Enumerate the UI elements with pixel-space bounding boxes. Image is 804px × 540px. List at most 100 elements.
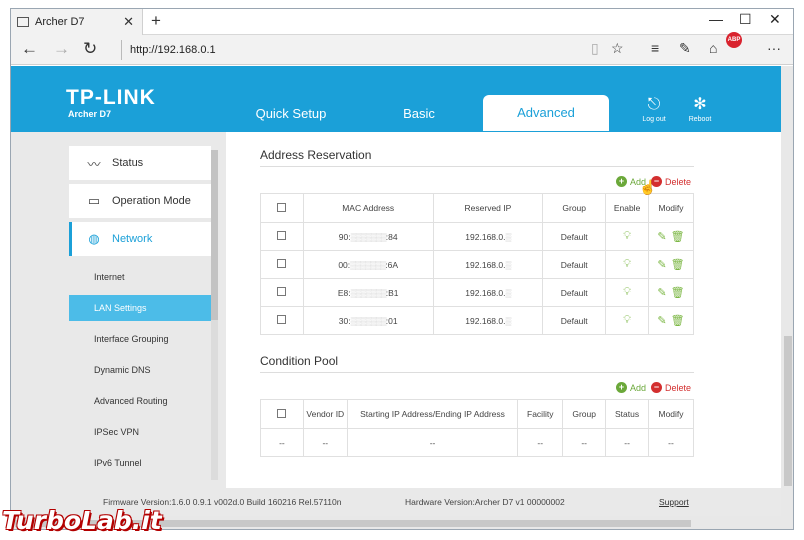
select-all-checkbox[interactable] — [277, 202, 287, 212]
close-window-icon[interactable]: ✕ — [769, 11, 781, 28]
sidebar-scrollbar-thumb[interactable] — [211, 150, 218, 320]
column-header: Vendor ID — [302, 399, 348, 429]
header: TP-LINK Archer D7 Quick Setup Basic Adva… — [11, 66, 781, 132]
sidebar-item-label: Status — [112, 157, 144, 169]
vertical-scrollbar-thumb[interactable] — [784, 336, 792, 486]
modify-cell: ✎ 🗑︎ — [648, 278, 694, 307]
hub-icon[interactable]: ≡ — [651, 40, 659, 56]
select-all-cell — [260, 193, 304, 223]
modify-cell: ✎ 🗑︎ — [648, 306, 694, 335]
row-select-cell — [260, 306, 304, 335]
enable-cell: 💡︎ — [605, 250, 650, 279]
lightbulb-icon[interactable]: 💡︎ — [623, 258, 631, 270]
edit-icon[interactable]: ✎ — [657, 259, 666, 271]
row-checkbox[interactable] — [277, 315, 287, 324]
reboot-button[interactable]: ✻ Reboot — [677, 97, 723, 124]
minus-icon: − — [651, 382, 662, 393]
ip-cell: 192.168.0.▒ — [432, 278, 544, 307]
page-icon — [17, 17, 29, 27]
select-all-checkbox[interactable] — [277, 408, 287, 418]
redacted-mac: ▒▒▒▒▒▒▒ — [350, 259, 386, 270]
group-cell: Default — [542, 278, 607, 307]
mac-cell: 90:▒▒▒▒▒▒▒:84 — [302, 222, 434, 251]
sidebar-item-operation-mode[interactable]: ▭ Operation Mode — [69, 184, 211, 218]
web-note-icon[interactable]: ✎ — [679, 40, 691, 57]
sidebar-subitem-internet[interactable]: Internet — [69, 264, 211, 290]
maximize-icon[interactable]: ☐ — [739, 11, 752, 28]
sidebar-subitem-dynamic-dns[interactable]: Dynamic DNS — [69, 357, 211, 383]
lightbulb-icon[interactable]: 💡︎ — [623, 230, 631, 242]
reading-view-icon[interactable]: ▯ — [591, 40, 599, 57]
pool-add-button[interactable]: + Add — [616, 382, 646, 393]
title-bar: Archer D7 ✕ + — ☐ ✕ — [11, 9, 793, 35]
trash-icon[interactable]: 🗑︎ — [671, 231, 685, 243]
edit-icon[interactable]: ✎ — [657, 231, 666, 243]
column-header: Group — [542, 193, 607, 223]
mac-cell: E8:▒▒▒▒▒▒▒:B1 — [302, 278, 434, 307]
mac-start: 30: — [338, 315, 351, 326]
refresh-icon[interactable]: ↻ — [83, 39, 97, 59]
section-divider — [260, 372, 694, 373]
row-checkbox[interactable] — [277, 287, 287, 296]
delete-label: Delete — [665, 382, 692, 393]
model-name: Archer D7 — [68, 109, 112, 119]
more-icon[interactable]: ··· — [767, 40, 781, 56]
reservation-delete-button[interactable]: − Delete — [651, 176, 691, 187]
share-icon[interactable]: ⌂ — [709, 40, 717, 56]
row-select-cell — [260, 222, 304, 251]
sidebar-subitem-interface-grouping[interactable]: Interface Grouping — [69, 326, 211, 352]
trash-icon[interactable]: 🗑︎ — [671, 315, 685, 327]
mac-cell: 00:▒▒▒▒▒▒▒:6A — [302, 250, 434, 279]
empty-cell: -- — [517, 428, 564, 457]
support-link[interactable]: Support — [659, 497, 689, 507]
empty-cell: -- — [302, 428, 348, 457]
sidebar-subitem-lan-settings[interactable]: LAN Settings — [69, 295, 211, 321]
forward-icon[interactable]: → — [53, 39, 70, 59]
favorite-star-icon[interactable]: ☆ — [611, 40, 624, 57]
sidebar-subitem-advanced-routing[interactable]: Advanced Routing — [69, 388, 211, 414]
url-field[interactable]: http://192.168.0.1 — [121, 40, 591, 60]
tab-basic[interactable]: Basic — [379, 96, 459, 132]
modify-cell: ✎ 🗑︎ — [648, 222, 694, 251]
table-row: 00:▒▒▒▒▒▒▒:6A 192.168.0.▒ Default 💡︎ ✎ 🗑︎ — [260, 250, 694, 279]
column-header: Reserved IP — [432, 193, 544, 223]
sidebar-scrollbar[interactable] — [211, 150, 218, 480]
lightbulb-icon[interactable]: 💡︎ — [623, 314, 631, 326]
minimize-icon[interactable]: — — [709, 11, 723, 27]
sidebar-item-network[interactable]: ◍ Network — [69, 222, 211, 256]
mac-start: E8: — [337, 287, 351, 298]
empty-cell: -- — [260, 428, 304, 457]
adblock-icon[interactable]: ABP — [726, 32, 742, 48]
empty-cell: -- — [346, 428, 519, 457]
row-checkbox[interactable] — [277, 259, 287, 268]
sidebar-item-status[interactable]: 〰 Status — [69, 146, 211, 180]
table-row: -- -- -- -- -- -- -- — [260, 428, 694, 457]
edit-icon[interactable]: ✎ — [657, 315, 666, 327]
trash-icon[interactable]: 🗑︎ — [671, 287, 685, 299]
logout-icon: ⎋ — [647, 96, 661, 113]
browser-tab[interactable]: Archer D7 ✕ — [11, 9, 143, 35]
pool-delete-button[interactable]: − Delete — [651, 382, 691, 393]
sidebar-subitem-ipsec-vpn[interactable]: IPSec VPN — [69, 419, 211, 445]
mac-start: 00: — [338, 259, 351, 270]
column-header: Starting IP Address/Ending IP Address — [346, 399, 519, 429]
table-row: 30:▒▒▒▒▒▒▒:01 192.168.0.▒ Default 💡︎ ✎ 🗑︎ — [260, 306, 694, 335]
sidebar-subitem-ipv6-tunnel[interactable]: IPv6 Tunnel — [69, 450, 211, 476]
lightbulb-icon[interactable]: 💡︎ — [623, 286, 631, 298]
enable-cell: 💡︎ — [605, 306, 650, 335]
back-icon[interactable]: ← — [21, 39, 38, 59]
page-vertical-scrollbar[interactable] — [781, 66, 793, 516]
edit-icon[interactable]: ✎ — [657, 287, 666, 299]
address-bar: ← → ↻ http://192.168.0.1 ▯ ☆ ≡ ✎ ⌂ ··· — [11, 35, 793, 65]
trash-icon[interactable]: 🗑︎ — [671, 259, 685, 271]
logout-button[interactable]: ⎋ Log out — [631, 96, 677, 124]
ip-value: 192.168.0. — [465, 315, 506, 326]
column-header: Facility — [517, 399, 564, 429]
tab-advanced[interactable]: Advanced — [483, 95, 609, 131]
group-cell: Default — [542, 250, 607, 279]
tab-close-icon[interactable]: ✕ — [123, 14, 134, 30]
row-checkbox[interactable] — [277, 231, 287, 240]
empty-cell: -- — [562, 428, 607, 457]
tab-quick-setup[interactable]: Quick Setup — [239, 96, 343, 132]
new-tab-icon[interactable]: + — [151, 11, 161, 31]
